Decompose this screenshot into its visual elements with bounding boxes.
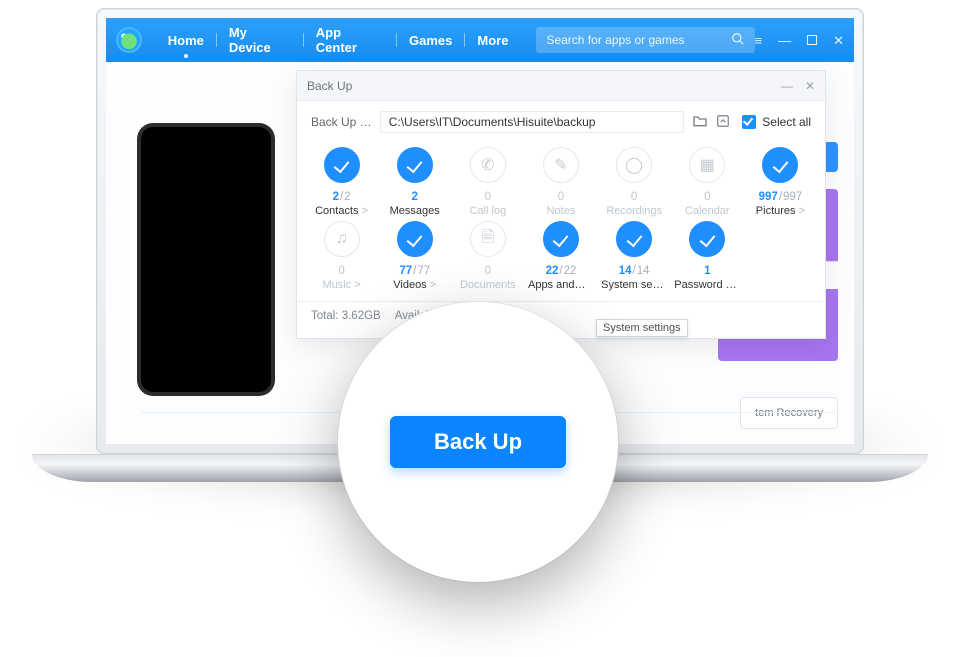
settings-icon xyxy=(616,221,652,257)
messages-icon xyxy=(397,147,433,183)
nav-app-center[interactable]: App Center xyxy=(308,25,392,55)
device-preview xyxy=(141,127,271,392)
item-label: Music xyxy=(322,279,360,291)
nav-more[interactable]: More xyxy=(469,33,516,48)
item-label: Videos xyxy=(393,279,436,291)
phone-icon: ✆ xyxy=(470,147,506,183)
backup-item-system-se[interactable]: 14/14System se… xyxy=(598,221,671,291)
maximize-button[interactable] xyxy=(807,34,817,47)
item-label: Recordings xyxy=(606,205,662,217)
backup-item-apps-and[interactable]: 22/22Apps and… xyxy=(524,221,597,291)
backup-item-documents: 🗎0Documents xyxy=(451,221,524,291)
backup-item-videos[interactable]: 77/77Videos xyxy=(378,221,451,291)
backup-item-messages[interactable]: 2Messages xyxy=(378,147,451,217)
tooltip: System settings xyxy=(596,319,688,337)
documents-icon: 🗎 xyxy=(470,221,506,257)
nav-bar: Home My Device App Center Games More xyxy=(160,25,517,55)
brand-logo-icon xyxy=(116,27,142,53)
backup-items-grid: 2/2Contacts2Messages✆0Call log✎0Notes◯0R… xyxy=(297,139,825,301)
item-label: Notes xyxy=(547,205,576,217)
backup-path-input[interactable] xyxy=(380,111,685,133)
modal-minimize-button[interactable]: — xyxy=(781,79,793,93)
search-input[interactable] xyxy=(546,33,730,47)
backup-item-contacts[interactable]: 2/2Contacts xyxy=(305,147,378,217)
app-top-bar: Home My Device App Center Games More ≡ — xyxy=(106,18,854,62)
calendar-icon: ▦ xyxy=(689,147,725,183)
music-icon: ♫ xyxy=(324,221,360,257)
pictures-icon xyxy=(762,147,798,183)
nav-my-device[interactable]: My Device xyxy=(221,25,299,55)
mic-icon: ◯ xyxy=(616,147,652,183)
search-icon xyxy=(731,32,745,49)
item-label: Documents xyxy=(460,279,516,291)
backup-button[interactable]: Back Up xyxy=(390,416,566,468)
contacts-icon xyxy=(324,147,360,183)
modal-close-button[interactable]: ✕ xyxy=(805,79,815,93)
select-all-checkbox[interactable]: Select all xyxy=(742,115,811,129)
item-label: System se… xyxy=(601,279,667,291)
lock-icon xyxy=(689,221,725,257)
backup-item-notes: ✎0Notes xyxy=(524,147,597,217)
item-label: Call log xyxy=(470,205,507,217)
item-label: Calendar xyxy=(685,205,730,217)
total-size: Total: 3.62GB xyxy=(311,310,381,322)
backup-item-recordings: ◯0Recordings xyxy=(598,147,671,217)
item-label: Contacts xyxy=(315,205,368,217)
item-label: Apps and… xyxy=(528,279,594,291)
item-label: Messages xyxy=(390,205,440,217)
apps-icon xyxy=(543,221,579,257)
close-button[interactable]: ✕ xyxy=(833,34,844,47)
edit-icon[interactable] xyxy=(716,114,730,131)
item-label: Pictures xyxy=(756,205,805,217)
notes-icon: ✎ xyxy=(543,147,579,183)
backup-modal: Back Up — ✕ Back Up … xyxy=(296,70,826,339)
backup-item-calendar: ▦0Calendar xyxy=(671,147,744,217)
videos-icon xyxy=(397,221,433,257)
modal-title: Back Up xyxy=(307,79,352,93)
backup-item-music: ♫0Music xyxy=(305,221,378,291)
magnifier-lens: Back Up xyxy=(338,302,618,582)
search-box[interactable] xyxy=(536,27,754,53)
hamburger-icon[interactable]: ≡ xyxy=(755,34,763,47)
backup-item-call-log: ✆0Call log xyxy=(451,147,524,217)
nav-home[interactable]: Home xyxy=(160,33,212,48)
backup-item-password-v[interactable]: 1Password v… xyxy=(671,221,744,291)
item-label: Password v… xyxy=(674,279,740,291)
minimize-button[interactable]: — xyxy=(778,34,791,47)
backup-item-pictures[interactable]: 997/997Pictures xyxy=(744,147,817,217)
nav-games[interactable]: Games xyxy=(401,33,460,48)
checkbox-icon xyxy=(742,115,756,129)
folder-icon[interactable] xyxy=(692,114,708,131)
path-label: Back Up … xyxy=(311,115,372,129)
